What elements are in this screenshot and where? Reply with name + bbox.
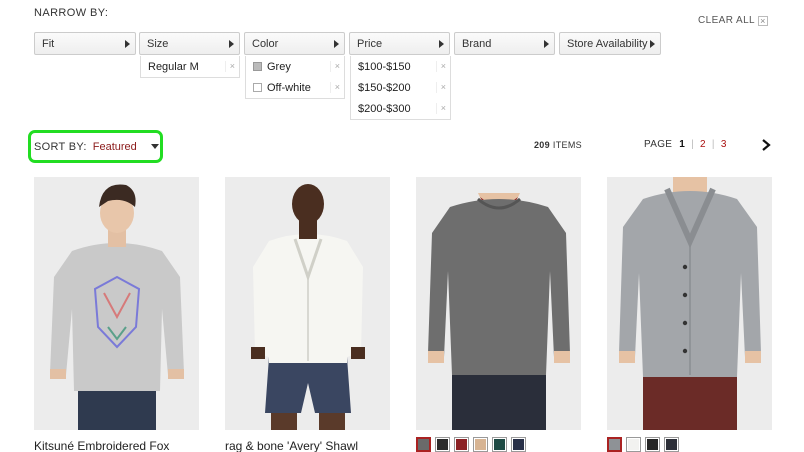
page-3[interactable]: 3 [721,139,727,150]
color-dropdown: Grey × Off-white × [245,56,345,99]
option-label: $150-$200 [358,81,411,94]
items-count-number: 209 [534,140,550,150]
page-1[interactable]: 1 [679,139,685,150]
filter-label: Store Availability [567,38,648,50]
page-separator: | [711,139,715,150]
swatch-fill [609,439,620,450]
product-image[interactable] [34,177,199,430]
sort-label: SORT BY: [34,140,87,153]
filter-size[interactable]: Size [139,32,240,55]
items-count: 209 ITEMS [534,140,582,150]
chevron-right-icon[interactable] [761,139,771,151]
page-separator: | [691,139,695,150]
swatch-fill [513,439,524,450]
swatch-fill [418,439,429,450]
sort-value: Featured [92,140,137,153]
filter-label: Price [357,38,383,50]
caret-right-icon [334,40,339,48]
filter-price[interactable]: Price [349,32,450,55]
caret-down-icon [150,144,159,149]
price-option[interactable]: $200-$300 × [351,98,450,119]
option-label: Grey [267,60,291,73]
color-swatch[interactable] [607,437,622,452]
color-swatch[interactable] [435,437,450,452]
swatch-fill [475,439,486,450]
filter-label: Color [252,38,279,50]
color-swatch[interactable] [645,437,660,452]
swatch-fill [628,439,639,450]
checkbox[interactable] [253,83,262,92]
swatch-fill [456,439,467,450]
caret-right-icon [650,40,655,48]
price-dropdown: $100-$150 × $150-$200 × $200-$300 × [350,56,451,120]
caret-right-icon [125,40,130,48]
pagination: PAGE 1 | 2 | 3 [644,139,727,150]
color-swatch[interactable] [511,437,526,452]
option-label: $100-$150 [358,60,411,73]
filter-color[interactable]: Color [244,32,345,55]
filter-label: Brand [462,38,492,50]
remove-icon[interactable]: × [329,82,340,93]
filter-store-availability[interactable]: Store Availability [559,32,661,55]
caret-right-icon [439,40,444,48]
color-swatch[interactable] [416,437,431,452]
color-option[interactable]: Grey × [246,56,344,77]
price-option[interactable]: $150-$200 × [351,77,450,98]
product-image[interactable] [416,177,581,430]
page-label: PAGE [644,139,673,150]
product-title[interactable]: rag & bone 'Avery' Shawl [225,439,358,452]
checkbox-checked[interactable] [253,62,262,71]
filter-label: Fit [42,38,55,50]
option-label: Off-white [267,81,311,94]
remove-icon[interactable]: × [435,103,446,114]
product-image[interactable] [225,177,390,430]
color-swatches [607,437,679,452]
items-count-unit: ITEMS [552,140,582,150]
color-swatch[interactable] [454,437,469,452]
filter-label: Size [147,38,169,50]
color-swatches [416,437,526,452]
color-swatch[interactable] [492,437,507,452]
remove-icon[interactable]: × [435,82,446,93]
option-label: Regular M [148,60,199,73]
remove-icon[interactable]: × [329,61,340,72]
swatch-fill [666,439,677,450]
caret-right-icon [229,40,234,48]
clear-all-button[interactable]: CLEAR ALL × [698,15,768,26]
swatch-fill [647,439,658,450]
close-icon: × [758,15,768,26]
product-title[interactable]: Kitsuné Embroidered Fox [34,439,169,452]
swatch-fill [437,439,448,450]
caret-right-icon [544,40,549,48]
product-image[interactable] [607,177,772,430]
remove-icon[interactable]: × [435,61,446,72]
clear-all-label: CLEAR ALL [698,15,755,26]
page-2[interactable]: 2 [700,139,706,150]
option-label: $200-$300 [358,102,411,115]
color-swatch[interactable] [664,437,679,452]
color-option[interactable]: Off-white × [246,77,344,98]
size-dropdown: Regular M × [140,56,240,78]
price-option[interactable]: $100-$150 × [351,56,450,77]
sort-dropdown[interactable]: SORT BY: Featured [28,130,163,163]
filter-fit[interactable]: Fit [34,32,136,55]
narrow-by-title: NARROW BY: [34,7,109,19]
remove-icon[interactable]: × [224,61,235,72]
swatch-fill [494,439,505,450]
color-swatch[interactable] [473,437,488,452]
color-swatch[interactable] [626,437,641,452]
filter-brand[interactable]: Brand [454,32,555,55]
size-option[interactable]: Regular M × [141,56,239,77]
